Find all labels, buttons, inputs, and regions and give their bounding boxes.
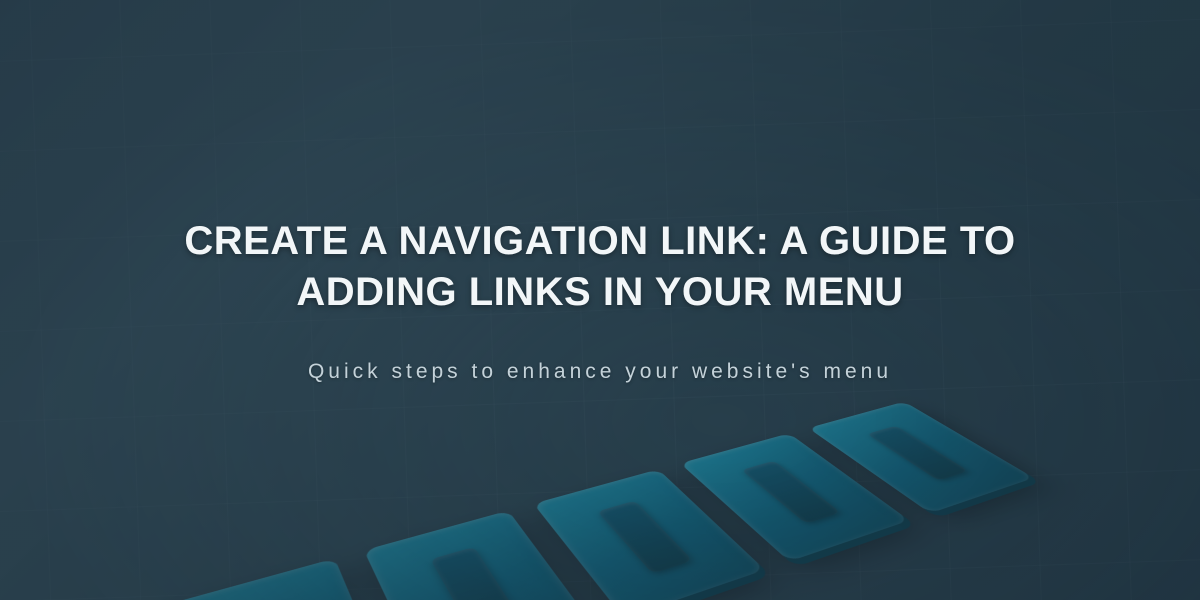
page-title: CREATE A NAVIGATION LINK: A GUIDE TO ADD…: [160, 216, 1040, 318]
page-subtitle: Quick steps to enhance your website's me…: [308, 360, 892, 384]
hero-content: CREATE A NAVIGATION LINK: A GUIDE TO ADD…: [0, 0, 1200, 600]
